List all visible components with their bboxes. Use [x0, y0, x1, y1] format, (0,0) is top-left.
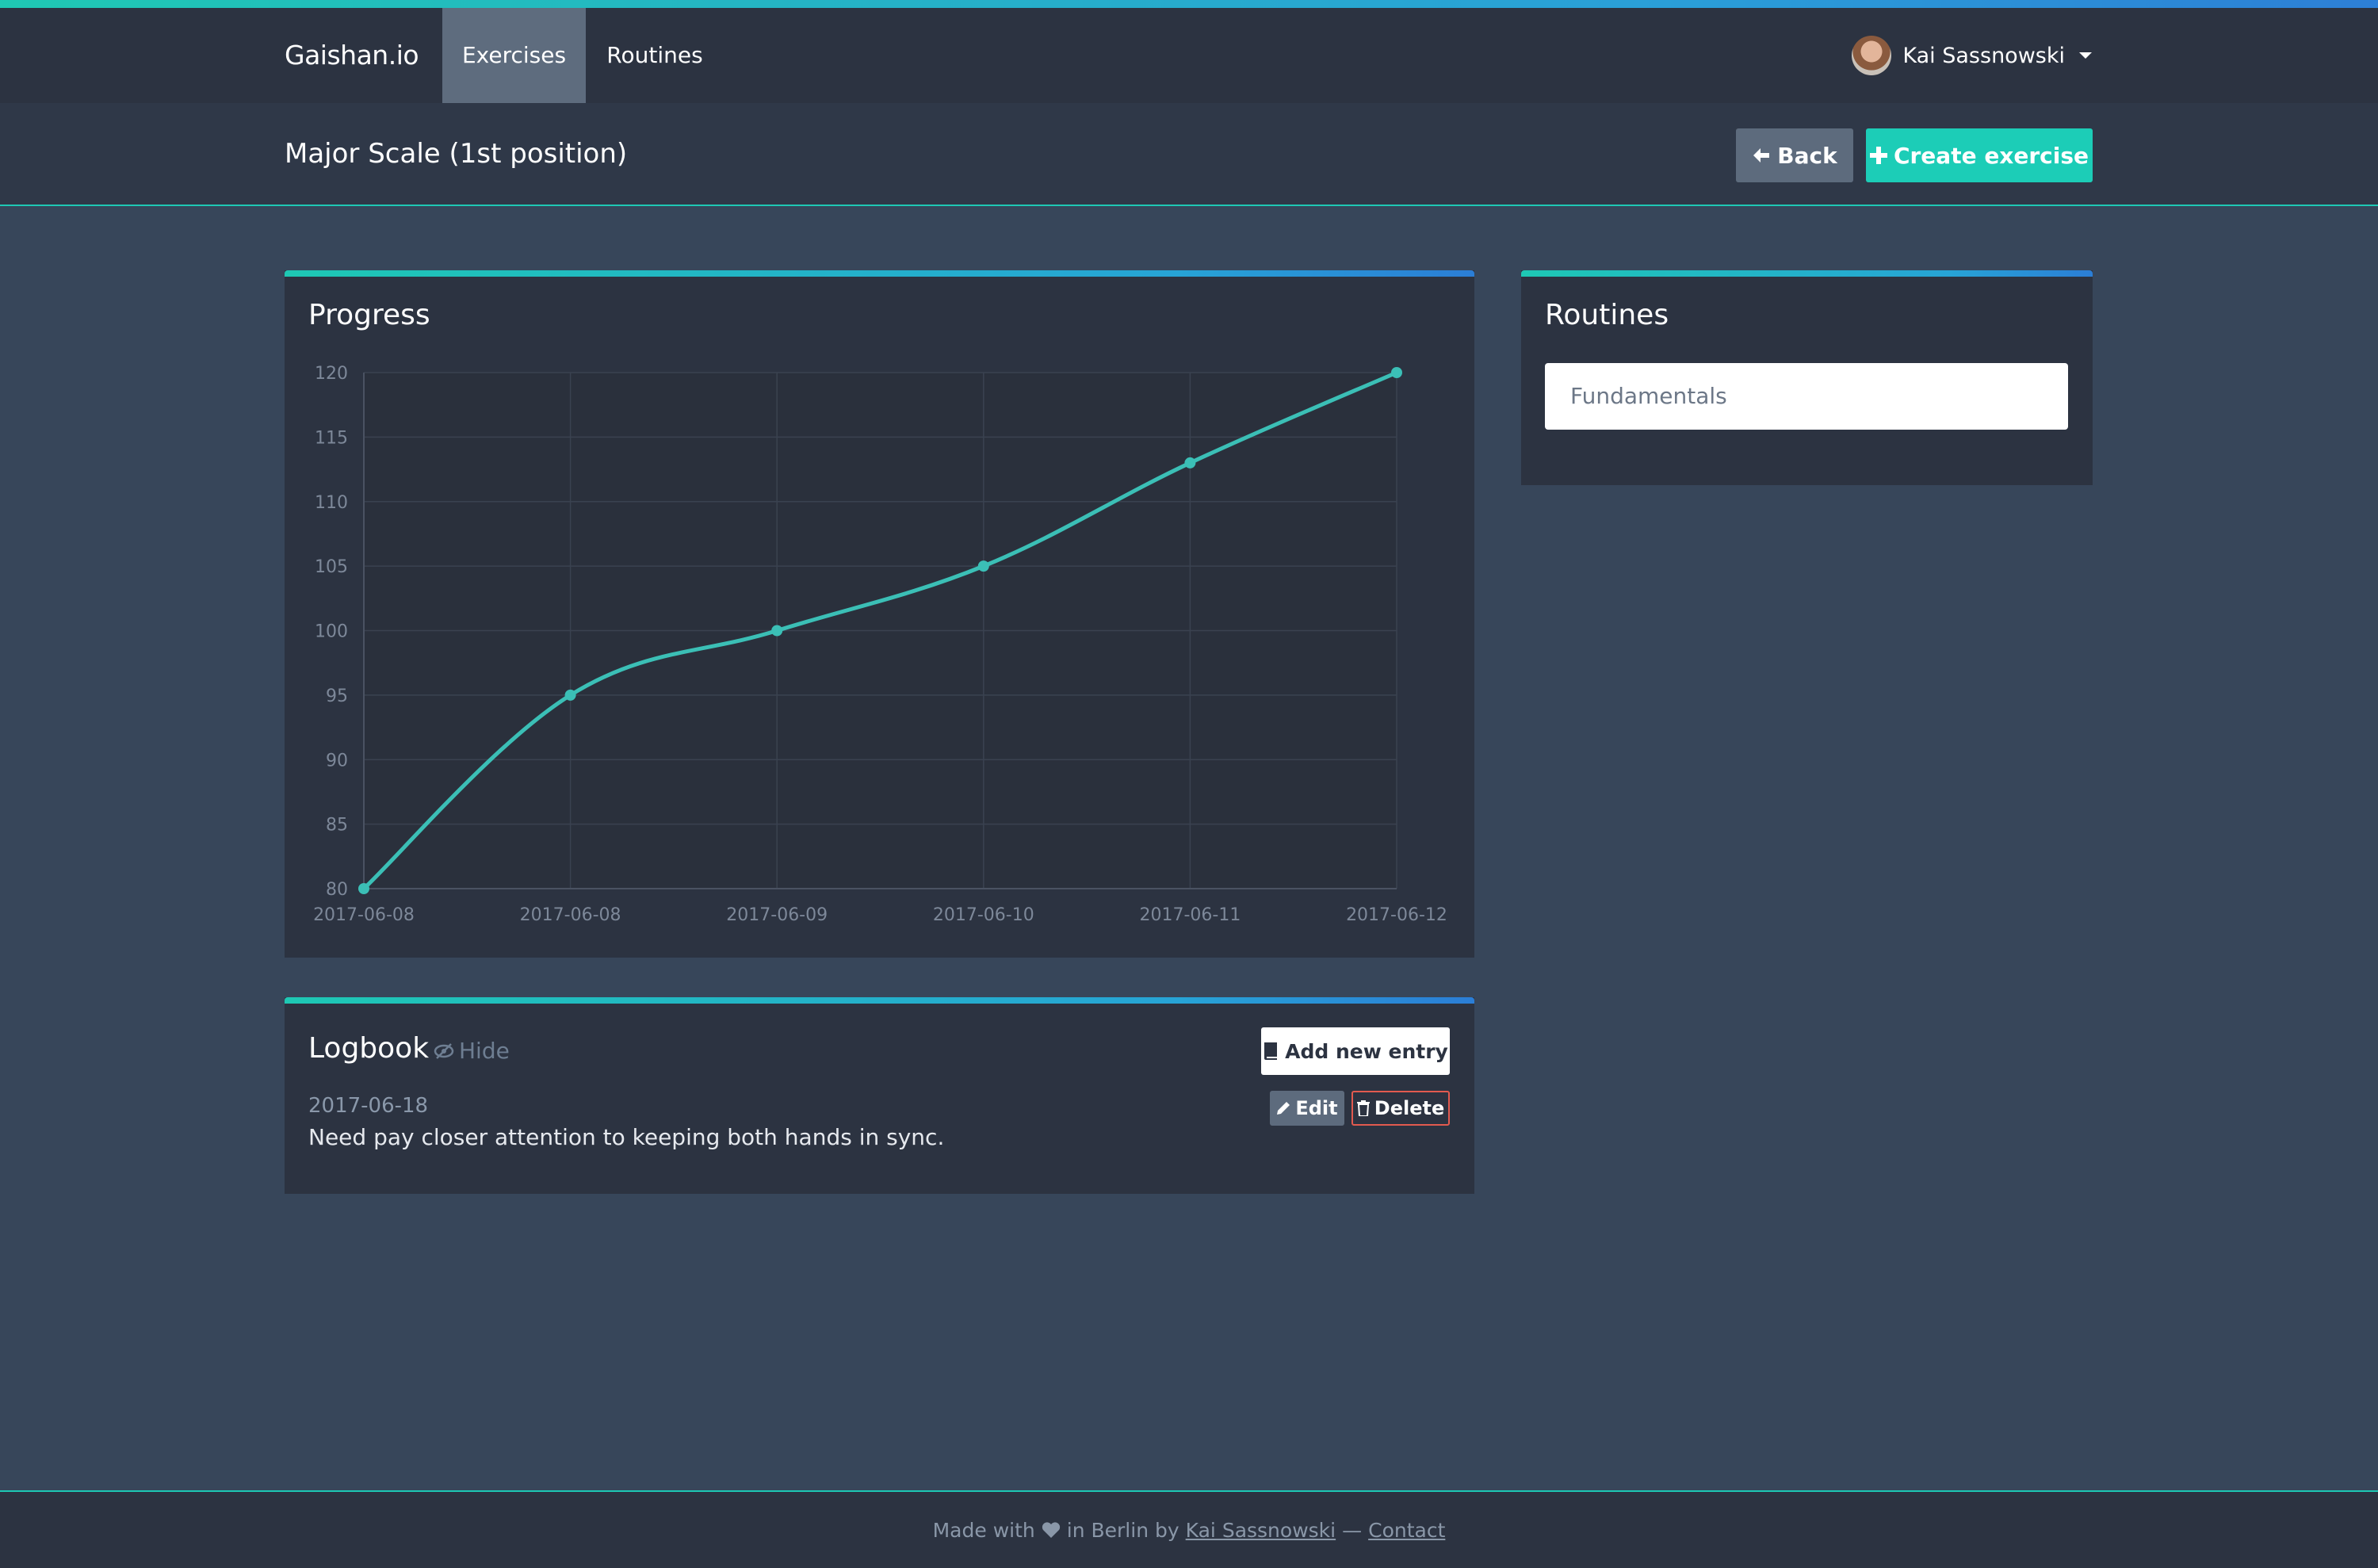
x-tick-label: 2017-06-08	[313, 905, 415, 925]
nav-exercises[interactable]: Exercises	[442, 8, 586, 103]
caret-down-icon	[2079, 52, 2092, 59]
hide-label: Hide	[459, 1038, 510, 1064]
data-point	[771, 625, 783, 637]
top-accent-stripe	[0, 0, 2378, 8]
data-point	[1184, 457, 1196, 468]
logbook-panel: Logbook Hide Add new entry 2017-06-18 Ne…	[285, 997, 1474, 1194]
create-exercise-button[interactable]: Create exercise	[1866, 128, 2093, 182]
user-menu[interactable]: Kai Sassnowski	[1852, 8, 2092, 103]
y-tick-label: 105	[315, 557, 348, 577]
edit-label: Edit	[1295, 1097, 1338, 1119]
back-button[interactable]: Back	[1736, 128, 1853, 182]
delete-label: Delete	[1374, 1097, 1445, 1119]
panel-accent-bar	[1521, 270, 2093, 277]
data-point	[358, 883, 369, 894]
hide-logbook-link[interactable]: Hide	[434, 1038, 510, 1064]
x-tick-label: 2017-06-12	[1346, 905, 1447, 925]
x-tick-label: 2017-06-08	[520, 905, 621, 925]
routines-panel: Routines Fundamentals	[1521, 270, 2093, 485]
y-tick-label: 80	[326, 880, 348, 900]
create-exercise-label: Create exercise	[1893, 142, 2089, 169]
add-new-entry-button[interactable]: Add new entry	[1261, 1027, 1450, 1075]
edit-entry-button[interactable]: Edit	[1270, 1091, 1344, 1126]
y-tick-label: 110	[315, 493, 348, 513]
pencil-icon	[1276, 1101, 1290, 1115]
eye-slash-icon	[434, 1042, 454, 1060]
heart-icon	[1042, 1521, 1061, 1539]
data-point	[1391, 367, 1402, 378]
navbar: Gaishan.io Exercises Routines Kai Sassno…	[0, 8, 2378, 103]
add-new-entry-label: Add new entry	[1285, 1039, 1448, 1063]
y-tick-label: 100	[315, 622, 348, 642]
x-tick-label: 2017-06-09	[726, 905, 828, 925]
routine-item-fundamentals[interactable]: Fundamentals	[1545, 363, 2068, 430]
brand-logo[interactable]: Gaishan.io	[285, 8, 419, 103]
page-title: Major Scale (1st position)	[285, 138, 628, 170]
y-tick-label: 115	[315, 428, 348, 448]
x-tick-label: 2017-06-10	[933, 905, 1034, 925]
nav-routines[interactable]: Routines	[587, 8, 723, 103]
data-point	[977, 560, 989, 572]
arrow-left-icon	[1752, 146, 1771, 165]
logbook-title: Logbook	[308, 1032, 430, 1065]
trash-icon	[1356, 1100, 1370, 1116]
y-tick-label: 85	[326, 816, 348, 836]
plus-icon	[1869, 147, 1887, 164]
y-tick-label: 120	[315, 364, 348, 384]
back-button-label: Back	[1777, 142, 1837, 169]
footer-made-with: Made with	[932, 1518, 1035, 1542]
avatar	[1852, 36, 1892, 75]
x-tick-label: 2017-06-11	[1139, 905, 1241, 925]
entry-date: 2017-06-18	[308, 1094, 429, 1118]
y-tick-label: 95	[326, 686, 348, 706]
progress-chart: 80 85 90 95 100 105 110 115 120 2017-06-08 2017-06…	[313, 364, 1447, 925]
y-tick-label: 90	[326, 751, 348, 771]
panel-accent-bar	[285, 997, 1474, 1004]
delete-entry-button[interactable]: Delete	[1351, 1091, 1450, 1126]
progress-panel: Progress 80 85 90 95 100 105 110 115 120 2017-06-…	[285, 270, 1474, 958]
footer-separator: —	[1342, 1518, 1363, 1542]
entry-text: Need pay closer attention to keeping bot…	[308, 1124, 945, 1150]
data-point	[564, 689, 576, 701]
page-header: Major Scale (1st position) Back Create e…	[0, 103, 2378, 206]
routines-title: Routines	[1545, 299, 1669, 331]
footer-in-berlin-by: in Berlin by	[1066, 1518, 1179, 1542]
footer-contact-link[interactable]: Contact	[1368, 1519, 1445, 1542]
user-name: Kai Sassnowski	[1902, 43, 2065, 68]
footer-author-link[interactable]: Kai Sassnowski	[1186, 1519, 1336, 1542]
book-icon	[1263, 1042, 1279, 1060]
footer: Made with in Berlin by Kai Sassnowski — …	[0, 1490, 2378, 1568]
